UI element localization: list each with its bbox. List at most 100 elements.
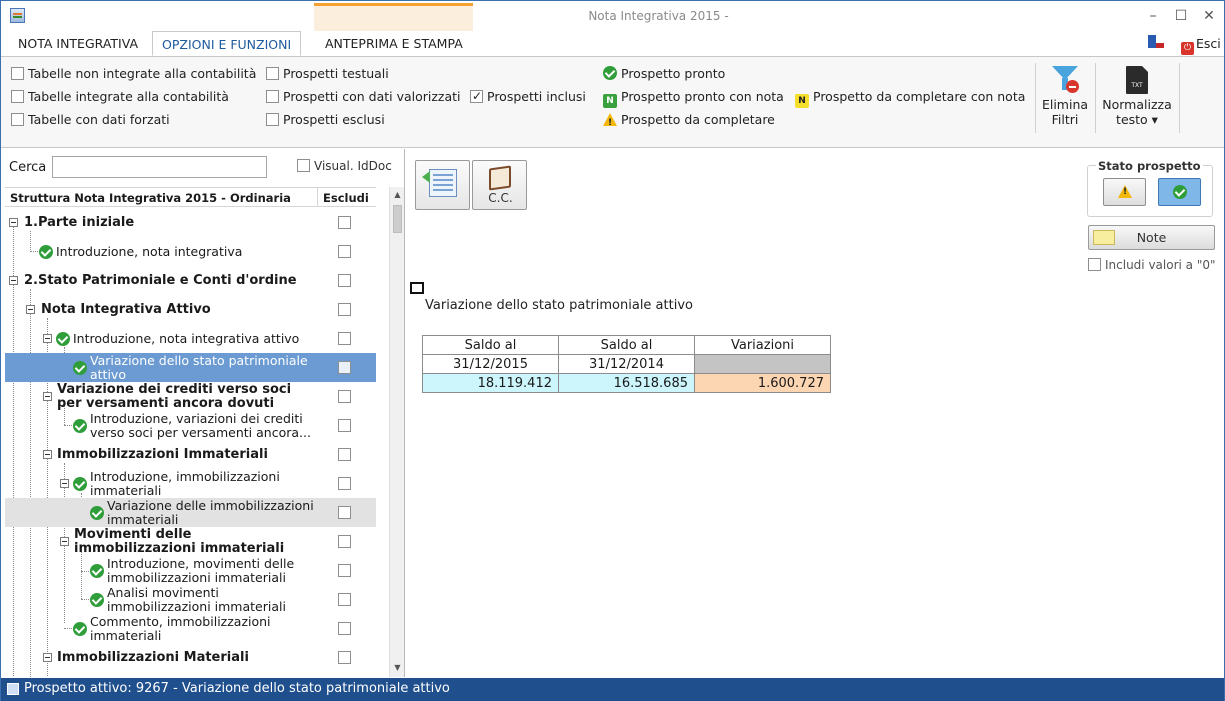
flag-icon[interactable] <box>1148 35 1164 50</box>
table-cell: 31/12/2014 <box>558 354 695 374</box>
filter-tabelle-dati-forzati[interactable]: Tabelle con dati forzati <box>11 112 170 128</box>
stato-pronto-button[interactable] <box>1158 178 1201 206</box>
tree-item[interactable]: 2.Stato Patrimoniale e Conti d'ordine <box>5 266 376 295</box>
visual-iddoc-toggle[interactable]: Visual. IdDoc <box>297 159 392 173</box>
filter-tabelle-integrate[interactable]: Tabelle integrate alla contabilità <box>11 89 229 105</box>
collapse-icon[interactable] <box>43 653 52 662</box>
table-cell-input[interactable]: 18.119.412 <box>422 373 559 393</box>
collapse-icon[interactable] <box>9 276 18 285</box>
checkbox[interactable] <box>11 113 24 126</box>
scroll-thumb[interactable] <box>393 205 402 233</box>
tree-item[interactable]: Analisi movimenti immobilizzazioni immat… <box>5 585 376 614</box>
exclude-checkbox[interactable] <box>338 506 351 519</box>
collapse-icon[interactable] <box>9 218 18 227</box>
filter-prospetti-testuali[interactable]: Prospetti testuali <box>266 66 389 82</box>
tree-item-selected[interactable]: Variazione dello stato patrimoniale atti… <box>5 353 376 382</box>
filter-prospetti-valorizzati[interactable]: Prospetti con dati valorizzati <box>266 89 461 105</box>
note-button[interactable]: Note <box>1088 225 1215 250</box>
stato-da-completare-button[interactable] <box>1103 178 1146 206</box>
tree-item[interactable]: Introduzione, movimenti delle immobilizz… <box>5 556 376 585</box>
minimize-button[interactable]: – <box>1141 7 1165 25</box>
tree-item[interactable]: Nota Integrativa Attivo <box>5 295 376 324</box>
collapse-icon[interactable] <box>60 479 69 488</box>
checkbox[interactable] <box>266 67 279 80</box>
tree-item[interactable]: Introduzione, variazioni dei crediti ver… <box>5 411 376 440</box>
exclude-checkbox[interactable] <box>338 477 351 490</box>
maximize-button[interactable]: ☐ <box>1169 7 1193 25</box>
tree-item[interactable]: Variazione dei crediti verso soci per ve… <box>5 382 376 411</box>
table-cell-input[interactable]: 16.518.685 <box>558 373 695 393</box>
warning-icon <box>603 113 617 131</box>
filter-tabelle-non-integrate[interactable]: Tabelle non integrate alla contabilità <box>11 66 256 82</box>
exit-button[interactable]: ⏻ Esci <box>1181 36 1221 55</box>
note-yellow-icon: N <box>795 94 809 108</box>
exclude-checkbox[interactable] <box>338 361 351 374</box>
exclude-checkbox[interactable] <box>338 448 351 461</box>
exclude-header: Escludi <box>323 191 369 205</box>
exclude-checkbox[interactable] <box>338 390 351 403</box>
includi-zero-toggle[interactable]: Includi valori a "0" <box>1088 258 1216 272</box>
collapse-icon[interactable] <box>26 305 35 314</box>
table-header-row: Saldo al Saldo al Variazioni <box>422 335 831 355</box>
checkbox[interactable] <box>11 67 24 80</box>
legend-pronto-con-nota: N Prospetto pronto con nota <box>603 89 784 108</box>
scroll-up-arrow-icon[interactable]: ▲ <box>390 187 405 202</box>
exclude-checkbox[interactable] <box>338 651 351 664</box>
exclude-checkbox[interactable] <box>338 274 351 287</box>
filter-prospetti-esclusi[interactable]: Prospetti esclusi <box>266 112 385 128</box>
cc-button[interactable]: C.C. <box>472 160 527 210</box>
tree-item[interactable]: Immobilizzazioni Immateriali <box>5 440 376 469</box>
exclude-checkbox[interactable] <box>338 303 351 316</box>
exclude-checkbox[interactable] <box>338 593 351 606</box>
checkbox[interactable] <box>266 90 279 103</box>
collapse-icon[interactable] <box>43 334 52 343</box>
tree: 1.Parte iniziale Introduzione, nota inte… <box>5 208 385 677</box>
document-icon <box>7 683 19 695</box>
collapse-icon[interactable] <box>43 392 52 401</box>
checkbox[interactable] <box>11 90 24 103</box>
tab-nota-integrativa[interactable]: NOTA INTEGRATIVA <box>9 31 147 56</box>
exclude-checkbox[interactable] <box>338 622 351 635</box>
tab-anteprima-stampa[interactable]: ANTEPRIMA E STAMPA <box>316 31 472 56</box>
exclude-checkbox[interactable] <box>338 564 351 577</box>
tree-item[interactable]: Commento, immobilizzazioni immateriali <box>5 614 376 643</box>
exclude-checkbox[interactable] <box>338 216 351 229</box>
tree-item[interactable]: Introduzione, immobilizzazioni immateria… <box>5 469 376 498</box>
table-header-cell: Variazioni <box>694 335 831 355</box>
ribbon-separator <box>1179 63 1180 133</box>
elimina-filtri-button[interactable]: Elimina Filtri <box>1041 64 1089 127</box>
tree-item[interactable]: Introduzione, nota integrativa <box>5 237 376 266</box>
checkbox[interactable] <box>297 159 310 172</box>
tree-item[interactable]: Movimenti delle immobilizzazioni immater… <box>5 527 376 556</box>
stato-prospetto-title: Stato prospetto <box>1096 159 1203 173</box>
normalizza-testo-button[interactable]: TXT Normalizza testo ▾ <box>1100 66 1174 127</box>
ribbon: Tabelle non integrate alla contabilità T… <box>1 56 1224 148</box>
prospetto-checkbox[interactable] <box>410 282 424 294</box>
checkbox[interactable] <box>266 113 279 126</box>
tree-panel: Cerca Visual. IdDoc Struttura Nota Integ… <box>1 149 405 677</box>
collapse-icon[interactable] <box>60 537 69 546</box>
search-input[interactable] <box>52 156 267 178</box>
checkbox-checked[interactable] <box>470 88 483 104</box>
tree-item[interactable]: Introduzione, nota integrativa attivo <box>5 324 376 353</box>
table-cell <box>694 354 831 374</box>
tree-scrollbar[interactable]: ▲ ▼ <box>389 187 404 677</box>
collapse-icon[interactable] <box>43 450 52 459</box>
exclude-checkbox[interactable] <box>338 245 351 258</box>
tree-item[interactable]: Immobilizzazioni Materiali <box>5 643 376 672</box>
exclude-checkbox[interactable] <box>338 535 351 548</box>
txt-file-icon: TXT <box>1126 66 1148 94</box>
tree-item[interactable]: 1.Parte iniziale <box>5 208 376 237</box>
exclude-checkbox[interactable] <box>338 332 351 345</box>
filter-prospetti-inclusi[interactable]: Prospetti inclusi <box>470 88 586 105</box>
import-button[interactable] <box>415 160 470 210</box>
tree-item[interactable]: Variazione delle immobilizzazioni immate… <box>5 498 376 527</box>
warning-icon <box>1118 185 1132 198</box>
close-button[interactable]: ✕ <box>1197 7 1221 25</box>
scroll-down-arrow-icon[interactable]: ▼ <box>390 660 405 675</box>
exclude-checkbox[interactable] <box>338 419 351 432</box>
table-row: 18.119.412 16.518.685 1.600.727 <box>422 373 831 393</box>
title-bar: Nota Integrativa 2015 - – ☐ ✕ <box>1 1 1224 31</box>
tab-opzioni-funzioni[interactable]: OPZIONI E FUNZIONI <box>152 31 302 56</box>
checkbox[interactable] <box>1088 258 1101 271</box>
